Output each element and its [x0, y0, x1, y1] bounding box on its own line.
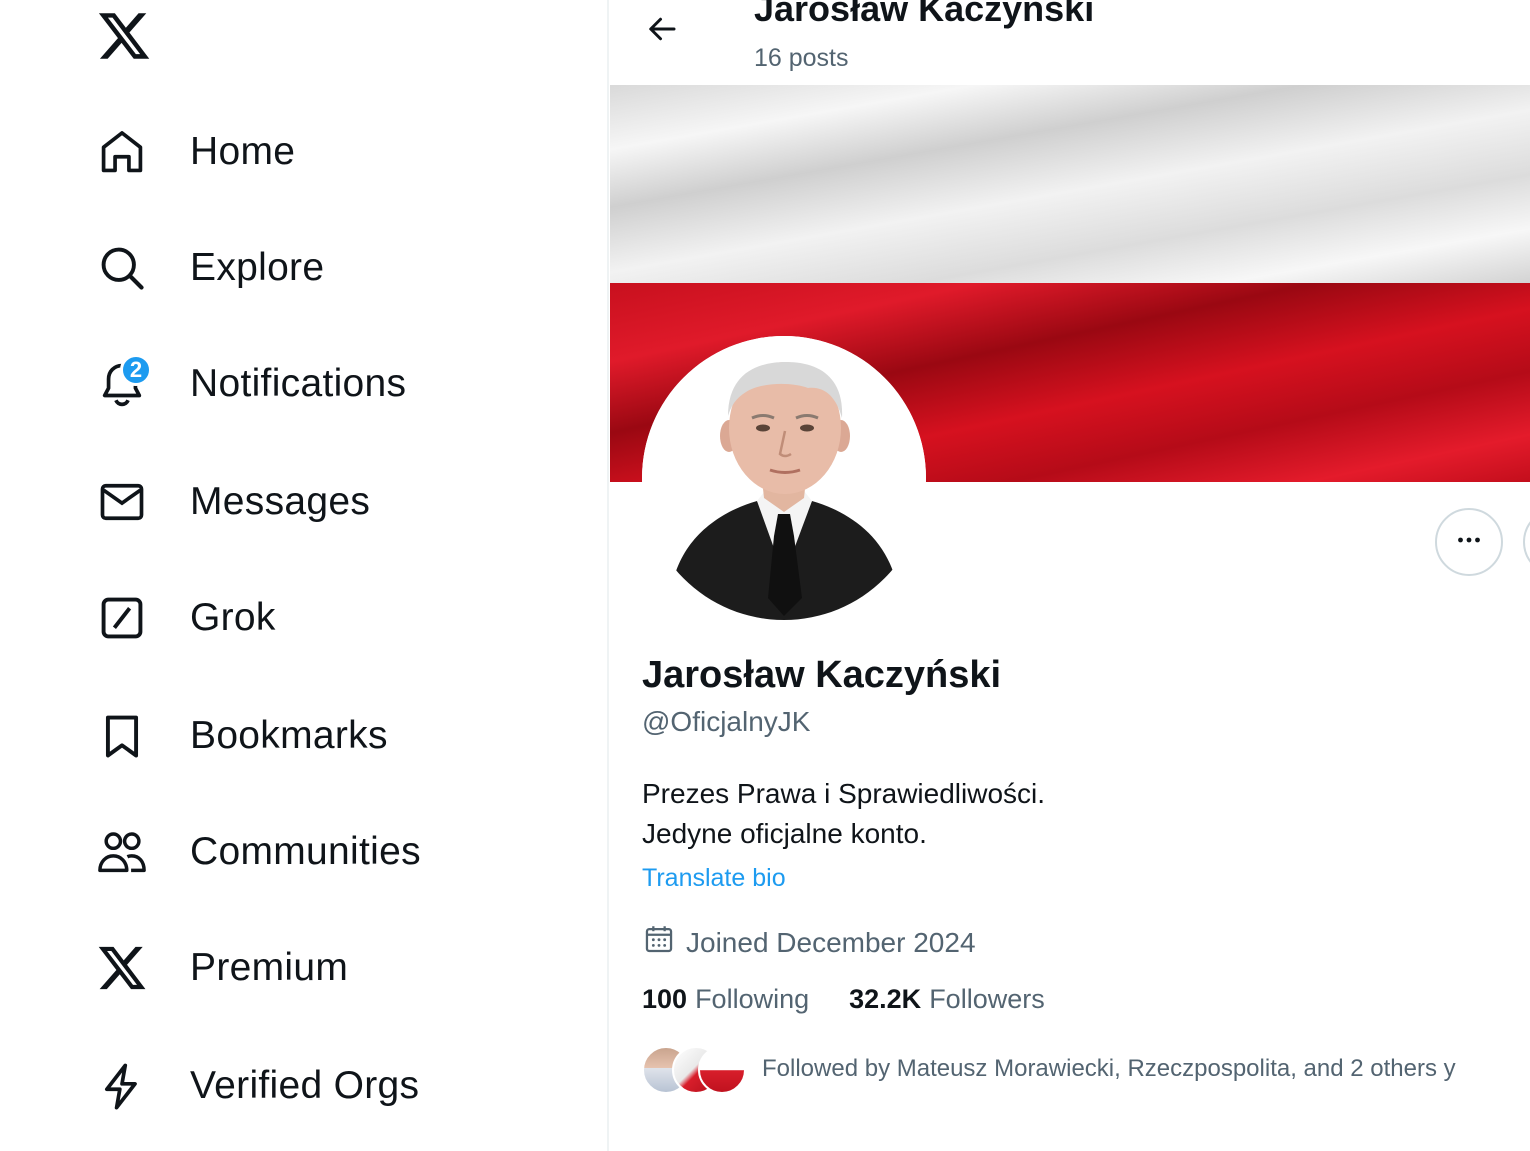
- nav-label-notifications: Notifications: [190, 362, 407, 405]
- nav-item-grok[interactable]: Grok: [94, 578, 554, 658]
- sidebar-nav: Home Explore 2 Notifications Messages Gr…: [0, 0, 608, 1151]
- nav-label-home: Home: [190, 130, 296, 173]
- arrow-left-icon: [644, 11, 680, 52]
- ellipsis-icon: [1452, 523, 1486, 562]
- follower-avatar-3: [698, 1046, 746, 1094]
- followed-by-row[interactable]: Followed by Mateusz Morawiecki, Rzeczpos…: [642, 1044, 1456, 1094]
- bio-line-1: Prezes Prawa i Sprawiedliwości.: [642, 778, 1046, 809]
- nav-item-messages[interactable]: Messages: [94, 462, 554, 542]
- nav-label-verified-orgs: Verified Orgs: [190, 1064, 420, 1107]
- follow-stats: 100 Following 32.2K Followers: [642, 984, 1045, 1015]
- search-icon: [94, 240, 150, 296]
- profile-avatar[interactable]: [642, 336, 926, 620]
- profile-column: Jarosław Kaczyński 16 posts Jarosław Kac…: [609, 0, 1530, 1151]
- follower-avatars: [642, 1044, 746, 1094]
- nav-item-notifications[interactable]: 2 Notifications: [94, 344, 554, 424]
- followers-label: Followers: [929, 984, 1045, 1014]
- nav-label-bookmarks: Bookmarks: [190, 714, 388, 757]
- nav-item-explore[interactable]: Explore: [94, 228, 554, 308]
- bell-icon: 2: [94, 354, 152, 412]
- following-link[interactable]: 100 Following: [642, 984, 809, 1015]
- flag-white-stripe: [610, 85, 1530, 283]
- nav-item-communities[interactable]: Communities: [94, 812, 554, 892]
- followers-link[interactable]: 32.2K Followers: [849, 984, 1045, 1015]
- translate-bio-link[interactable]: Translate bio: [642, 864, 786, 893]
- calendar-icon: [642, 922, 686, 963]
- x-logo-icon[interactable]: [96, 8, 152, 64]
- nav-label-explore: Explore: [190, 246, 325, 289]
- follow-button[interactable]: [1523, 508, 1530, 576]
- notification-badge: 2: [120, 354, 152, 386]
- nav-item-bookmarks[interactable]: Bookmarks: [94, 696, 554, 776]
- nav-item-home[interactable]: Home: [94, 112, 554, 192]
- home-icon: [94, 124, 150, 180]
- profile-display-name: Jarosław Kaczyński: [642, 654, 1002, 696]
- nav-label-messages: Messages: [190, 480, 371, 523]
- following-label: Following: [695, 984, 810, 1014]
- profile-handle: @OficjalnyJK: [642, 706, 811, 737]
- nav-label-grok: Grok: [190, 596, 276, 639]
- followed-by-text: Followed by Mateusz Morawiecki, Rzeczpos…: [762, 1055, 1456, 1082]
- join-date-text: Joined December 2024: [686, 926, 976, 958]
- x-logo-icon: [94, 940, 150, 996]
- envelope-icon: [94, 474, 150, 530]
- more-options-button[interactable]: [1435, 508, 1503, 576]
- people-icon: [94, 824, 150, 880]
- back-button[interactable]: [637, 8, 687, 54]
- bookmark-icon: [94, 708, 150, 764]
- nav-item-premium[interactable]: Premium: [94, 928, 554, 1008]
- bio-line-2: Jedyne oficjalne konto.: [642, 818, 927, 849]
- nav-label-communities: Communities: [190, 830, 421, 873]
- nav-item-verified-orgs[interactable]: Verified Orgs: [94, 1046, 554, 1126]
- lightning-icon: [94, 1058, 150, 1114]
- join-date: Joined December 2024: [642, 922, 976, 963]
- header-post-count: 16 posts: [754, 44, 849, 72]
- following-count: 100: [642, 984, 688, 1014]
- header-title: Jarosław Kaczyński: [754, 0, 1095, 29]
- grok-icon: [94, 590, 150, 646]
- nav-label-premium: Premium: [190, 946, 349, 989]
- followers-count: 32.2K: [849, 984, 922, 1014]
